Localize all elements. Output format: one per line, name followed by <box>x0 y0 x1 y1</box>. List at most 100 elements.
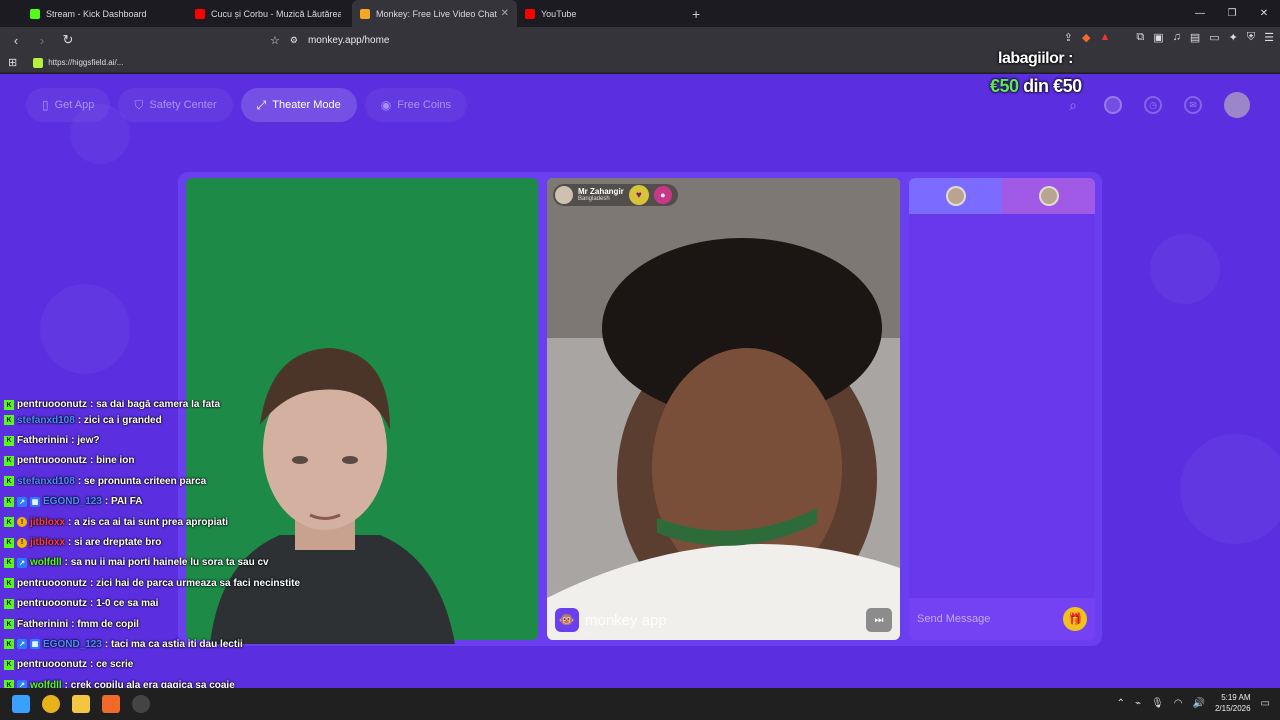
windows-start-icon[interactable] <box>12 695 30 713</box>
kick-badge-icon: K <box>4 598 14 609</box>
goal-title: labagiilor : <box>998 50 1073 67</box>
messages-icon[interactable]: ✉ <box>1184 96 1202 114</box>
chat-tab-peer[interactable] <box>1002 178 1095 214</box>
subscriber-badge-icon: ▦ <box>30 496 40 507</box>
close-tab-icon[interactable]: ✕ <box>501 8 509 19</box>
extensions-icon[interactable]: ⧉ <box>1136 31 1144 44</box>
chat-username[interactable]: pentruooonutz <box>17 455 87 466</box>
vpn-icon[interactable]: ⛨ <box>1247 31 1255 44</box>
bookmark-link[interactable]: https://higgsfield.ai/... <box>48 58 123 67</box>
obs-icon[interactable] <box>132 695 150 713</box>
kick-badge-icon: K <box>4 517 14 528</box>
site-info-icon[interactable]: ⚙ <box>290 35 298 46</box>
restore-button[interactable]: ❐ <box>1216 0 1248 27</box>
chat-username[interactable]: jitbloxx <box>30 537 65 548</box>
back-icon[interactable]: ‹ <box>6 33 26 48</box>
clock[interactable]: 5:19 AM 2/15/2026 <box>1215 692 1251 714</box>
chat-username[interactable]: EGOND_123 <box>43 496 102 507</box>
shield-icon: ⛉ <box>134 97 144 112</box>
peer-avatar-small <box>1038 186 1059 206</box>
history-icon[interactable]: ◷ <box>1144 96 1162 114</box>
chat-text: : zici hai de parca urmeaza sa faci neci… <box>89 577 301 589</box>
goal-current: €50 <box>990 76 1019 96</box>
chat-username[interactable]: jitbloxx <box>30 517 65 528</box>
chat-username[interactable]: EGOND_123 <box>43 639 102 650</box>
browser-tab[interactable]: Monkey: Free Live Video Chat ✕ <box>352 0 517 27</box>
file-explorer-icon[interactable] <box>72 695 90 713</box>
peer-badge[interactable]: Mr Zahangir Bangladesh ♥ ● <box>553 184 678 206</box>
chat-username[interactable]: pentruooonutz <box>17 578 87 589</box>
volume-icon[interactable]: 🔊 <box>1193 698 1205 709</box>
chat-text: : taci ma ca astia iti dau lectii <box>104 638 243 650</box>
apps-grid-icon[interactable]: ⊞ <box>8 56 17 69</box>
gift-icon[interactable]: 🎁 <box>1063 607 1087 631</box>
brave-shield-icon[interactable]: ◆ <box>1082 31 1090 44</box>
share-icon[interactable]: ⇪ <box>1064 31 1073 44</box>
monkey-top-nav: ▯ Get App ⛉ Safety Center ⤢ Theater Mode ◉ F… <box>26 88 468 122</box>
reload-icon[interactable]: ↻ <box>58 32 78 48</box>
chat-input-row: 🎁 <box>909 598 1095 640</box>
wallet-icon[interactable]: ▭ <box>1209 31 1219 44</box>
chat-tab-self[interactable] <box>909 178 1002 214</box>
stream-chat-message: K! jitbloxx: a zis ca ai tai sunt prea ap… <box>0 512 360 532</box>
chrome-icon[interactable] <box>42 695 60 713</box>
network-icon[interactable]: ⌁ <box>1135 698 1141 709</box>
forward-icon[interactable]: › <box>32 33 52 48</box>
subscriber-badge-icon: ▦ <box>30 639 40 650</box>
browser-tab[interactable]: YouTube <box>517 0 682 27</box>
chat-message-input[interactable] <box>917 613 1057 625</box>
chat-username[interactable]: stefanxd108 <box>17 476 75 487</box>
safety-center-button[interactable]: ⛉ Safety Center <box>118 88 233 122</box>
nav-label: Free Coins <box>397 99 452 111</box>
wifi-icon[interactable]: ◠ <box>1174 698 1183 709</box>
background-decoration <box>1150 234 1220 304</box>
system-tray: ⌃ ⌁ 🎙 ◠ 🔊 5:19 AM 2/15/2026 ▭ <box>1117 692 1270 714</box>
menu-icon[interactable]: ☰ <box>1264 31 1274 44</box>
filter-avatar-icon[interactable] <box>1104 96 1122 114</box>
free-coins-button[interactable]: ◉ Free Coins <box>364 88 468 122</box>
ai-icon[interactable]: ✦ <box>1229 31 1238 44</box>
rewards-icon[interactable]: ▲ <box>1099 31 1110 44</box>
brave-icon[interactable] <box>102 695 120 713</box>
stream-chat-message: Kpentruooonutz: sa dai bagă camera la fa… <box>0 400 360 410</box>
chat-username[interactable]: pentruooonutz <box>17 659 87 670</box>
new-tab-button[interactable]: + <box>682 0 710 27</box>
get-app-button[interactable]: ▯ Get App <box>26 88 111 122</box>
chat-username[interactable]: Fatherinini <box>17 435 68 446</box>
search-icon[interactable]: ⌕ <box>1064 96 1082 114</box>
self-avatar <box>945 186 966 206</box>
chat-username[interactable]: wolfdll <box>30 557 62 568</box>
monkey-logo-icon: 🐵 <box>555 608 579 632</box>
microphone-icon[interactable]: 🎙 <box>1151 698 1164 709</box>
chat-text: : si are dreptate bro <box>68 537 162 549</box>
browser-tab[interactable]: Cucu și Corbu - Muzică Lăutărească | <box>187 0 352 27</box>
minimize-button[interactable]: — <box>1184 0 1216 27</box>
like-heart-icon[interactable]: ♥ <box>628 185 649 205</box>
verified-badge-icon: ↗ <box>17 496 27 507</box>
music-icon[interactable]: ♫ <box>1173 31 1181 44</box>
tab-title: Cucu și Corbu - Muzică Lăutărească | <box>211 8 341 19</box>
tab-list: Stream - Kick Dashboard Cucu și Corbu - M… <box>22 0 682 27</box>
clock-date: 2/15/2026 <box>1214 704 1251 713</box>
chat-username[interactable]: pentruooonutz <box>17 598 87 609</box>
close-window-button[interactable]: ✕ <box>1248 0 1280 27</box>
browser-tab-strip: Stream - Kick Dashboard Cucu și Corbu - M… <box>0 0 1280 27</box>
bookmark-icon[interactable]: ☆ <box>270 34 280 47</box>
window-controls: — ❐ ✕ <box>1184 0 1280 27</box>
skip-next-button[interactable]: ⏭ <box>866 608 892 632</box>
chat-username[interactable]: Fatherinini <box>17 619 68 630</box>
profile-avatar[interactable] <box>1224 92 1250 118</box>
chat-username[interactable]: stefanxd108 <box>17 415 75 426</box>
sidebar-icon[interactable]: ▤ <box>1190 31 1200 44</box>
chat-username[interactable]: pentruooonutz <box>17 400 87 410</box>
theater-mode-button[interactable]: ⤢ Theater Mode <box>240 88 357 122</box>
notification-icon[interactable]: ▭ <box>1261 698 1270 709</box>
gift-badge-icon: ! <box>17 517 27 528</box>
url-field[interactable]: ☆ ⚙ monkey.app/home <box>270 30 970 50</box>
stream-chat-overlay: Kpentruooonutz: sa dai bagă camera la fa… <box>0 400 360 716</box>
browser-tab[interactable]: Stream - Kick Dashboard <box>22 0 187 27</box>
kick-badge-icon: K <box>4 496 14 507</box>
kick-badge-icon: K <box>4 639 14 650</box>
screenshot-icon[interactable]: ▣ <box>1153 31 1163 44</box>
chevron-up-icon[interactable]: ⌃ <box>1117 698 1125 709</box>
